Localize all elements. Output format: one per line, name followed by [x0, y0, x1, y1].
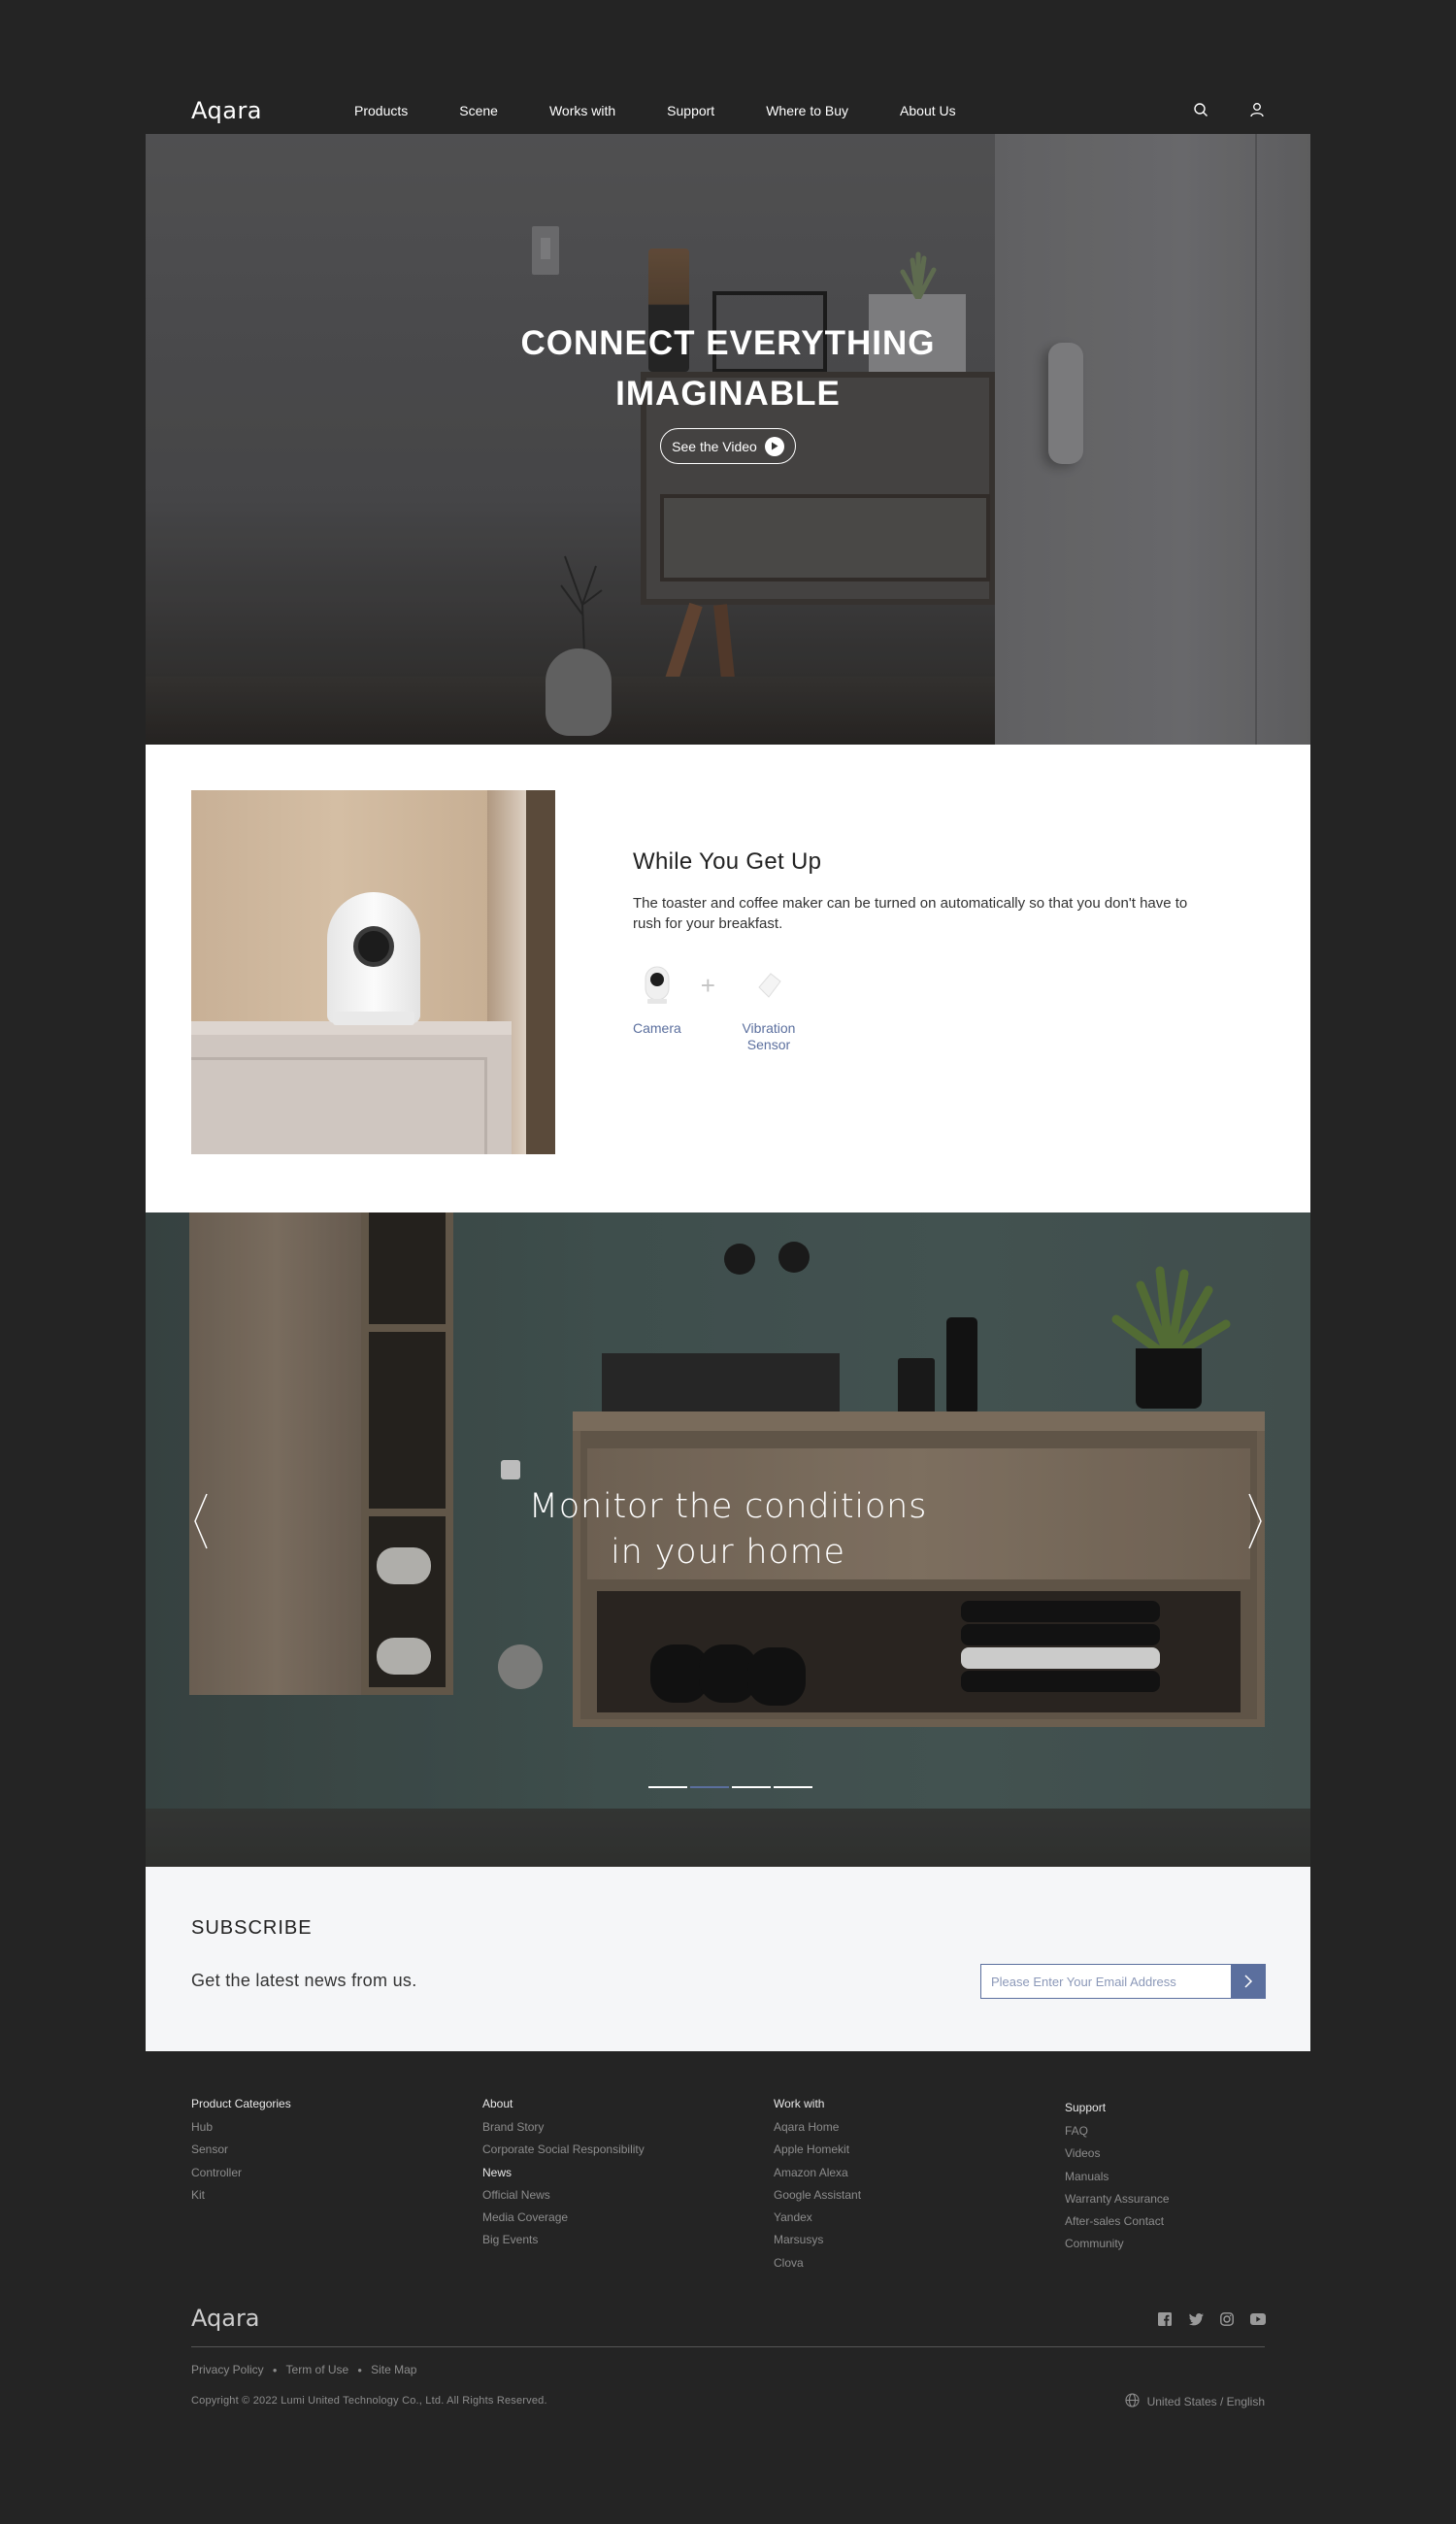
footer-heading: Support [1065, 2101, 1107, 2114]
legal-links: Privacy Policy ● Term of Use ● Site Map [191, 2363, 417, 2376]
footer-link-community[interactable]: Community [1065, 2236, 1170, 2258]
site-map-link[interactable]: Site Map [371, 2363, 416, 2376]
footer-col-work-with: Work with Aqara Home Apple Homekit Amazo… [774, 2097, 861, 2277]
header-icons [1190, 99, 1268, 120]
region-label: United States / English [1146, 2395, 1265, 2408]
footer-link-apple-homekit[interactable]: Apple Homekit [774, 2142, 861, 2164]
nav-products[interactable]: Products [354, 103, 408, 118]
email-input[interactable] [980, 1964, 1231, 1999]
device-camera-label: Camera [633, 1020, 681, 1036]
carousel-indicators [648, 1786, 812, 1788]
footer-heading: Product Categories [191, 2097, 291, 2110]
footer-heading: Work with [774, 2097, 825, 2110]
carousel-dot-1[interactable] [648, 1786, 687, 1788]
see-video-label: See the Video [672, 438, 757, 454]
footer-subheading-news[interactable]: News [482, 2165, 645, 2187]
carousel-dot-2[interactable] [690, 1786, 729, 1788]
subscribe-section: SUBSCRIBE Get the latest news from us. [146, 1867, 1310, 2051]
device-vibration-sensor-label: Vibration Sensor [742, 1020, 796, 1052]
footer-col-about: About Brand Story Corporate Social Respo… [482, 2097, 645, 2255]
chevron-left-icon[interactable] [191, 1492, 211, 1550]
youtube-icon[interactable] [1250, 2311, 1266, 2327]
search-icon[interactable] [1190, 99, 1211, 120]
footer-link-videos[interactable]: Videos [1065, 2145, 1170, 2168]
camera-thumb-icon [636, 964, 678, 1007]
subscribe-submit-button[interactable] [1231, 1964, 1266, 1999]
nav-about-us[interactable]: About Us [900, 103, 956, 118]
subscribe-description: Get the latest news from us. [191, 1971, 417, 1990]
carousel-dot-4[interactable] [774, 1786, 812, 1788]
hero-banner: CONNECT EVERYTHING IMAGINABLE See the Vi… [146, 134, 1310, 745]
footer-col-product-categories: Product Categories Hub Sensor Controller… [191, 2097, 291, 2209]
scene-description: The toaster and coffee maker can be turn… [633, 895, 1188, 932]
region-selector[interactable]: United States / English [1125, 2393, 1265, 2410]
subscribe-title: SUBSCRIBE [191, 1917, 313, 1939]
scene-text: While You Get Up The toaster and coffee … [633, 848, 1215, 934]
subscribe-form [980, 1964, 1266, 1999]
footer-link-warranty[interactable]: Warranty Assurance [1065, 2191, 1170, 2213]
footer-divider [191, 2346, 1265, 2347]
footer-link-big-events[interactable]: Big Events [482, 2232, 645, 2254]
footer-link-sensor[interactable]: Sensor [191, 2142, 291, 2164]
footer-link-marsusys[interactable]: Marsusys [774, 2232, 861, 2254]
site-header: Aqara Products Scene Works with Support … [146, 87, 1310, 134]
device-vibration-sensor[interactable]: Vibration Sensor [735, 964, 803, 1053]
facebook-icon[interactable] [1157, 2311, 1173, 2327]
footer-link-csr[interactable]: Corporate Social Responsibility [482, 2142, 645, 2164]
footer-link-manuals[interactable]: Manuals [1065, 2169, 1170, 2191]
vibration-sensor-thumb-icon [747, 964, 790, 1007]
chevron-right-icon[interactable] [1245, 1492, 1265, 1550]
globe-icon [1125, 2393, 1140, 2410]
footer-heading: About [482, 2097, 513, 2110]
scene-section: While You Get Up The toaster and coffee … [146, 745, 1310, 1212]
aqara-logo[interactable]: Aqara [191, 97, 262, 124]
footer-link-media-coverage[interactable]: Media Coverage [482, 2209, 645, 2232]
nav-scene[interactable]: Scene [459, 103, 498, 118]
carousel-title: Monitor the conditions in your home [528, 1487, 928, 1572]
instagram-icon[interactable] [1219, 2311, 1235, 2327]
scene-carousel: Monitor the conditions in your home [146, 1212, 1310, 1867]
footer-col-support: Support FAQ Videos Manuals Warranty Assu… [1065, 2101, 1170, 2259]
scene-title: While You Get Up [633, 848, 822, 875]
nav-works-with[interactable]: Works with [549, 103, 615, 118]
footer-link-yandex[interactable]: Yandex [774, 2209, 861, 2232]
chevron-right-icon [1244, 1975, 1253, 1988]
footer-link-kit[interactable]: Kit [191, 2187, 291, 2209]
footer-link-aqara-home[interactable]: Aqara Home [774, 2119, 861, 2142]
main-nav: Products Scene Works with Support Where … [354, 87, 1008, 134]
twitter-icon[interactable] [1188, 2311, 1204, 2327]
device-camera[interactable]: Camera [633, 964, 681, 1037]
privacy-policy-link[interactable]: Privacy Policy [191, 2363, 264, 2376]
plus-icon: + [700, 971, 715, 1000]
footer-link-clova[interactable]: Clova [774, 2255, 861, 2277]
footer-link-controller[interactable]: Controller [191, 2165, 291, 2187]
footer-link-faq[interactable]: FAQ [1065, 2123, 1170, 2145]
carousel-dot-3[interactable] [732, 1786, 771, 1788]
footer-link-google-assistant[interactable]: Google Assistant [774, 2187, 861, 2209]
user-icon[interactable] [1246, 99, 1268, 120]
scene-devices: Camera + Vibration Sensor [633, 964, 803, 1053]
footer-link-amazon-alexa[interactable]: Amazon Alexa [774, 2165, 861, 2187]
footer-link-brand-story[interactable]: Brand Story [482, 2119, 645, 2142]
see-video-button[interactable]: See the Video [660, 428, 796, 464]
footer-logo[interactable]: Aqara [191, 2305, 260, 2332]
footer-link-after-sales[interactable]: After-sales Contact [1065, 2213, 1170, 2236]
footer-link-official-news[interactable]: Official News [482, 2187, 645, 2209]
footer-link-hub[interactable]: Hub [191, 2119, 291, 2142]
play-icon [764, 436, 784, 456]
scene-camera-image [191, 790, 555, 1154]
terms-of-use-link[interactable]: Term of Use [286, 2363, 349, 2376]
copyright-text: Copyright © 2022 Lumi United Technology … [191, 2395, 547, 2407]
hero-title: CONNECT EVERYTHING IMAGINABLE [520, 324, 936, 413]
nav-where-to-buy[interactable]: Where to Buy [766, 103, 848, 118]
nav-support[interactable]: Support [667, 103, 714, 118]
social-links [1157, 2311, 1266, 2327]
